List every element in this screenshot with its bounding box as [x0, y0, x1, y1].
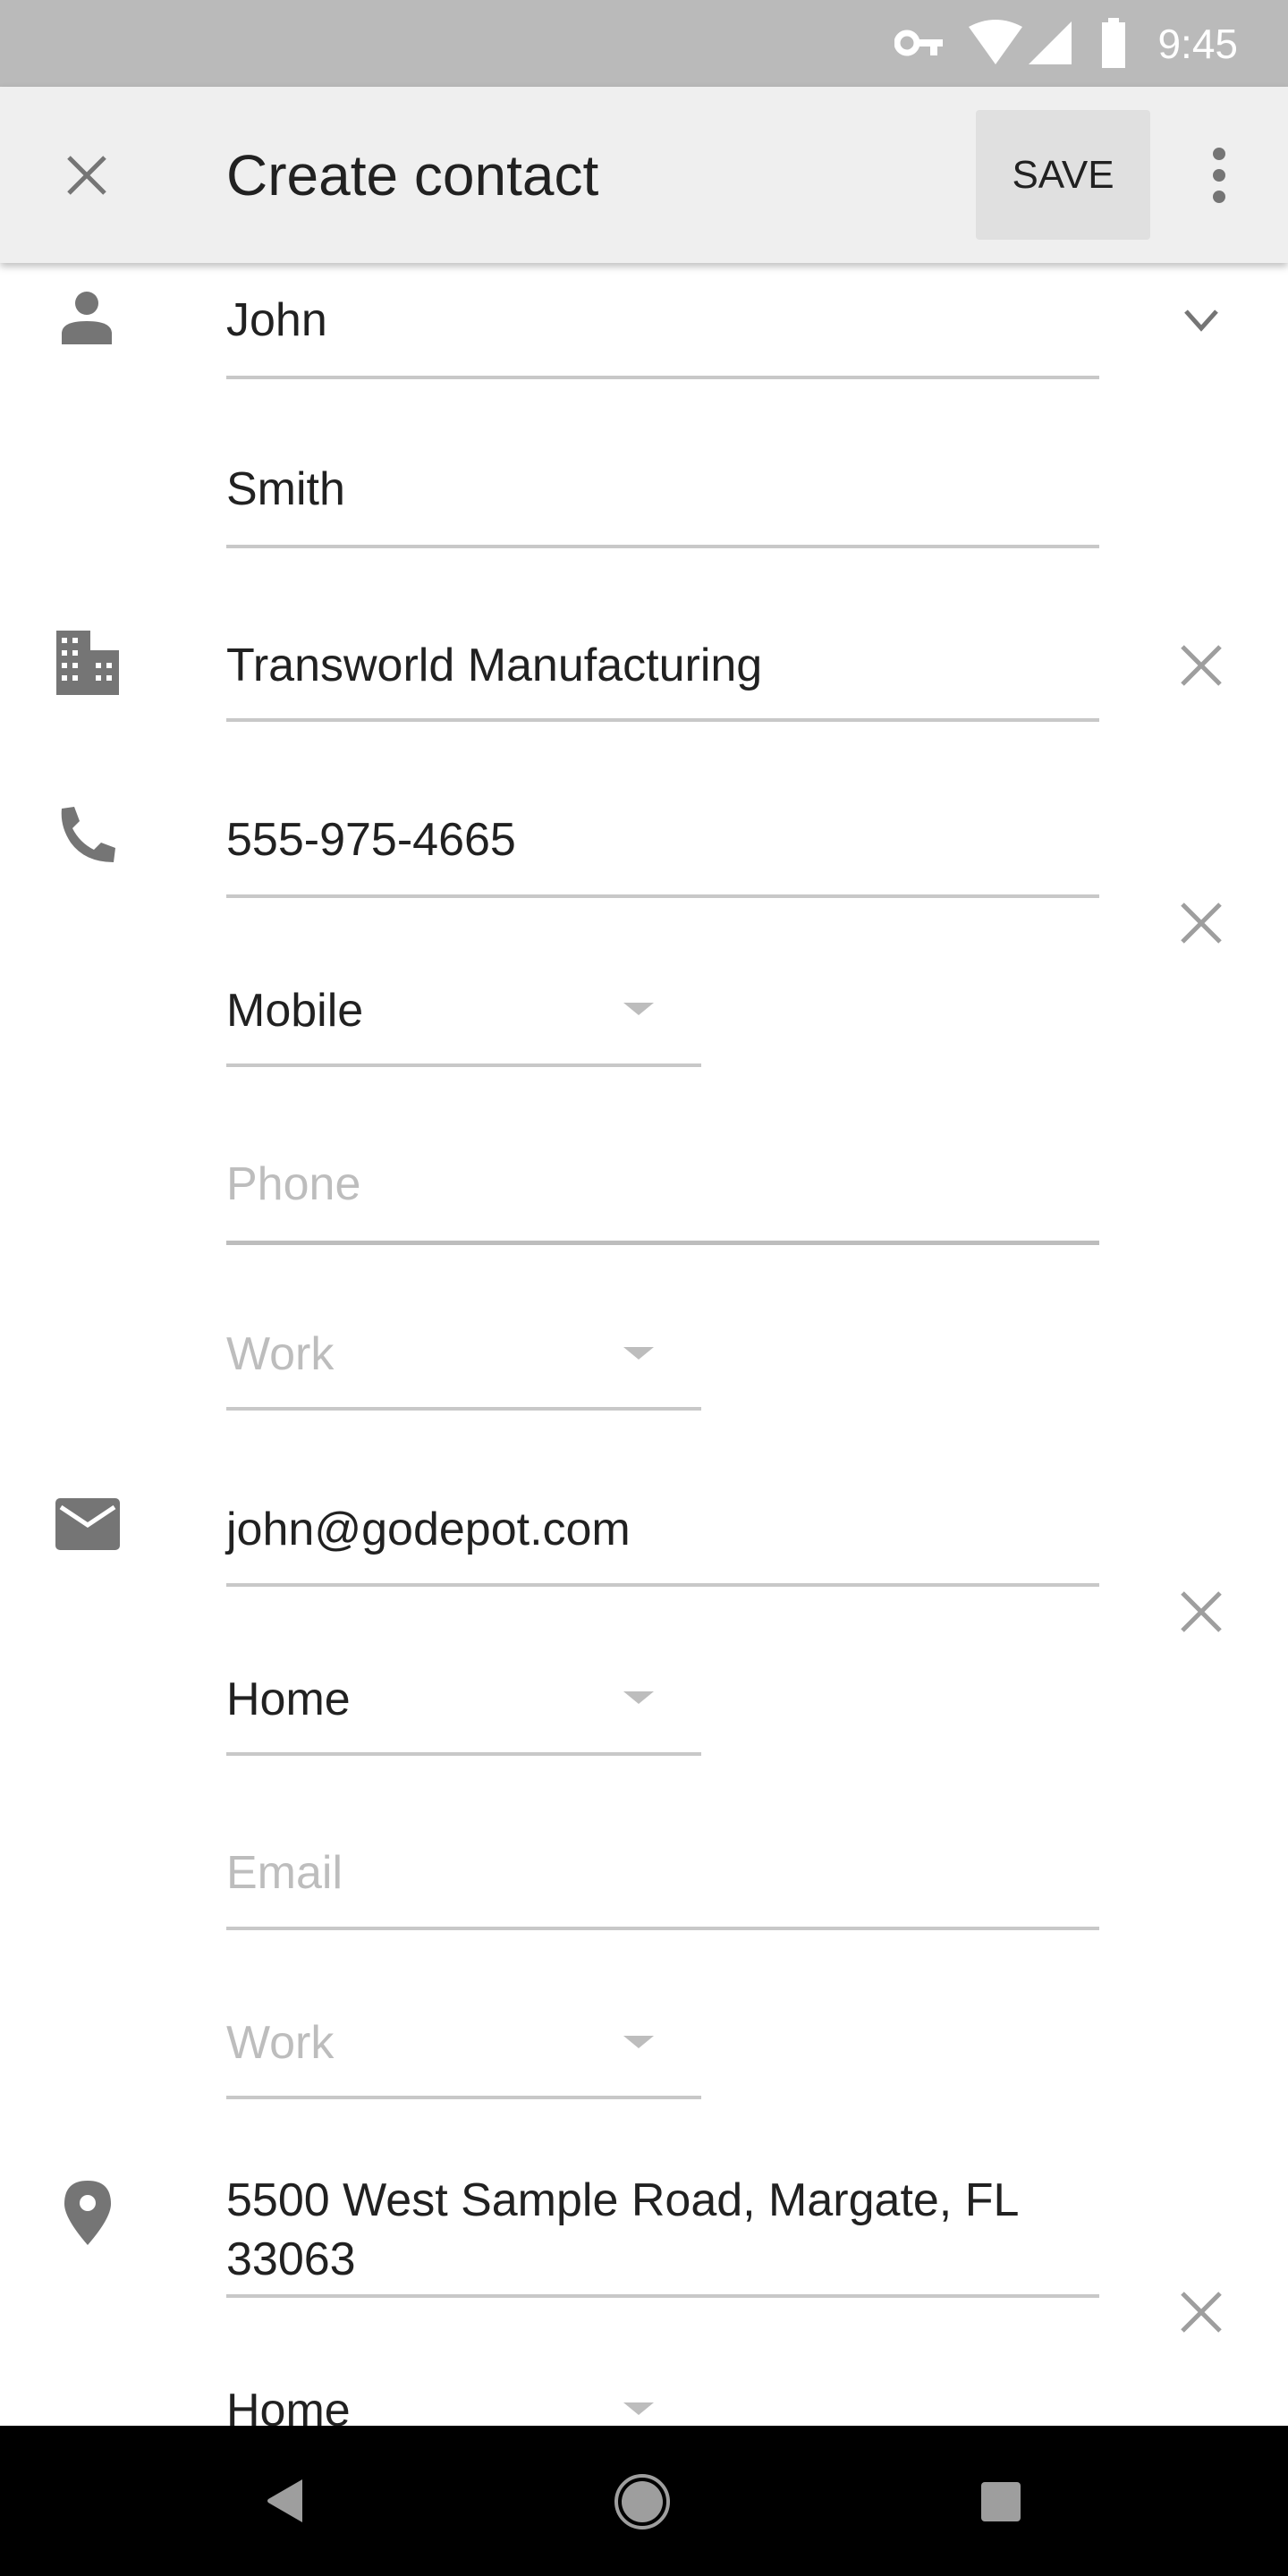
new-phone-type-select[interactable]: Work	[226, 1326, 334, 1383]
address-line-2[interactable]: 33063	[226, 2231, 356, 2288]
email-type-underline	[226, 1752, 701, 1756]
phone-type-select[interactable]: Mobile	[226, 982, 363, 1039]
phone-type-underline	[226, 1063, 701, 1067]
email-underline	[226, 1583, 1099, 1587]
wifi-icon	[969, 20, 1022, 64]
email-type-select[interactable]: Home	[226, 1671, 351, 1728]
new-email-type-select[interactable]: Work	[226, 2014, 334, 2072]
new-phone-type-underline	[226, 1407, 701, 1411]
remove-phone-icon[interactable]	[1179, 901, 1224, 945]
last-name-underline	[226, 545, 1099, 548]
page-title: Create contact	[226, 143, 599, 208]
company-input[interactable]: Transworld Manufacturing	[226, 637, 762, 694]
cell-signal-icon	[1029, 21, 1072, 64]
first-name-input[interactable]: John	[226, 292, 327, 349]
business-icon	[56, 631, 119, 695]
remove-address-icon[interactable]	[1179, 2290, 1224, 2334]
status-bar: 9:45	[0, 0, 1288, 87]
clock: 9:45	[1157, 21, 1238, 67]
close-icon[interactable]	[66, 155, 107, 196]
vpn-key-icon	[894, 30, 943, 56]
remove-email-icon[interactable]	[1179, 1589, 1224, 1634]
more-vert-icon[interactable]	[1210, 146, 1228, 205]
new-email-type-underline	[226, 2096, 701, 2099]
dropdown-arrow-icon[interactable]	[623, 1003, 654, 1015]
recents-icon[interactable]	[981, 2482, 1021, 2521]
new-email-input[interactable]: Email	[226, 1844, 343, 1902]
first-name-underline	[226, 376, 1099, 379]
person-icon	[62, 292, 112, 344]
app-bar: Create contact SAVE	[0, 87, 1288, 263]
dropdown-arrow-icon[interactable]	[623, 1691, 654, 1704]
place-icon	[64, 2181, 111, 2245]
phone-underline	[226, 894, 1099, 898]
address-underline	[226, 2294, 1099, 2298]
dropdown-arrow-icon[interactable]	[623, 1347, 654, 1360]
back-icon[interactable]	[267, 2479, 304, 2522]
dropdown-arrow-icon[interactable]	[623, 2402, 654, 2415]
email-icon	[55, 1498, 120, 1550]
phone-input[interactable]: 555-975-4665	[226, 811, 516, 869]
save-button[interactable]: SAVE	[976, 110, 1150, 240]
remove-company-icon[interactable]	[1179, 643, 1224, 688]
new-phone-underline	[226, 1241, 1099, 1245]
address-line-1[interactable]: 5500 West Sample Road, Margate, FL	[226, 2172, 1019, 2229]
dropdown-arrow-icon[interactable]	[623, 2036, 654, 2048]
last-name-input[interactable]: Smith	[226, 461, 345, 518]
company-underline	[226, 718, 1099, 722]
home-icon[interactable]	[614, 2473, 671, 2530]
chevron-down-icon[interactable]	[1183, 309, 1219, 332]
navigation-bar	[0, 2426, 1288, 2576]
battery-icon	[1102, 18, 1125, 68]
phone-icon	[61, 807, 115, 862]
email-input[interactable]: john@godepot.com	[226, 1501, 631, 1558]
new-phone-input[interactable]: Phone	[226, 1156, 360, 1213]
new-email-underline	[226, 1927, 1099, 1930]
